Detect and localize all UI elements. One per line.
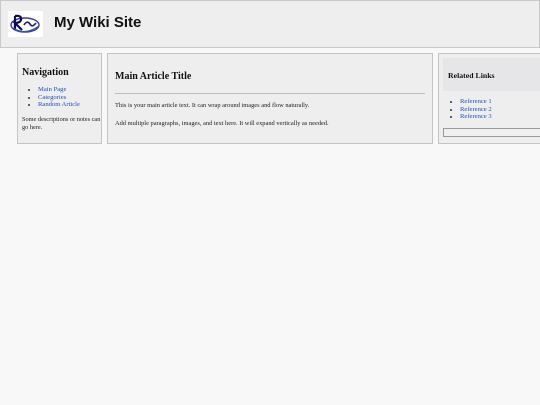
article-divider <box>115 93 425 94</box>
site-header: My Wiki Site <box>0 0 540 48</box>
article-paragraph-1: This is your main article text. It can w… <box>115 102 310 109</box>
nav-link-random-article[interactable]: Random Article <box>38 101 80 108</box>
article-paragraph-2: Add multiple paragraphs, images, and tex… <box>115 120 329 127</box>
nav-link-categories[interactable]: Categories <box>38 94 66 101</box>
related-links-header: Related Links <box>443 58 540 91</box>
nav-link-main-page[interactable]: Main Page <box>38 86 66 93</box>
navigation-list: Main Page Categories Random Article <box>38 86 80 109</box>
site-title[interactable]: My Wiki Site <box>54 14 141 31</box>
wiki-logo-icon[interactable] <box>8 11 43 37</box>
related-link-1[interactable]: Reference 1 <box>460 98 492 105</box>
related-item-3: Reference 3 <box>460 113 492 121</box>
related-links-list: Reference 1 Reference 2 Reference 3 <box>460 98 492 121</box>
related-item-2: Reference 2 <box>460 106 492 114</box>
related-link-3[interactable]: Reference 3 <box>460 113 492 120</box>
nav-item-main-page: Main Page <box>38 86 80 94</box>
article-title: Main Article Title <box>115 71 192 82</box>
related-item-1: Reference 1 <box>460 98 492 106</box>
related-empty-box <box>443 128 540 137</box>
navigation-heading: Navigation <box>22 67 69 78</box>
nav-item-random-article: Random Article <box>38 101 80 109</box>
related-links-heading: Related Links <box>448 71 495 80</box>
article-panel: Main Article Title This is your main art… <box>107 53 433 144</box>
nav-item-categories: Categories <box>38 94 80 102</box>
related-link-2[interactable]: Reference 2 <box>460 106 492 113</box>
navigation-panel: Navigation Main Page Categories Random A… <box>17 53 102 144</box>
related-links-panel: Related Links Reference 1 Reference 2 Re… <box>438 53 540 144</box>
sidebar-note: Some descriptions or notes can go here. <box>22 116 101 131</box>
